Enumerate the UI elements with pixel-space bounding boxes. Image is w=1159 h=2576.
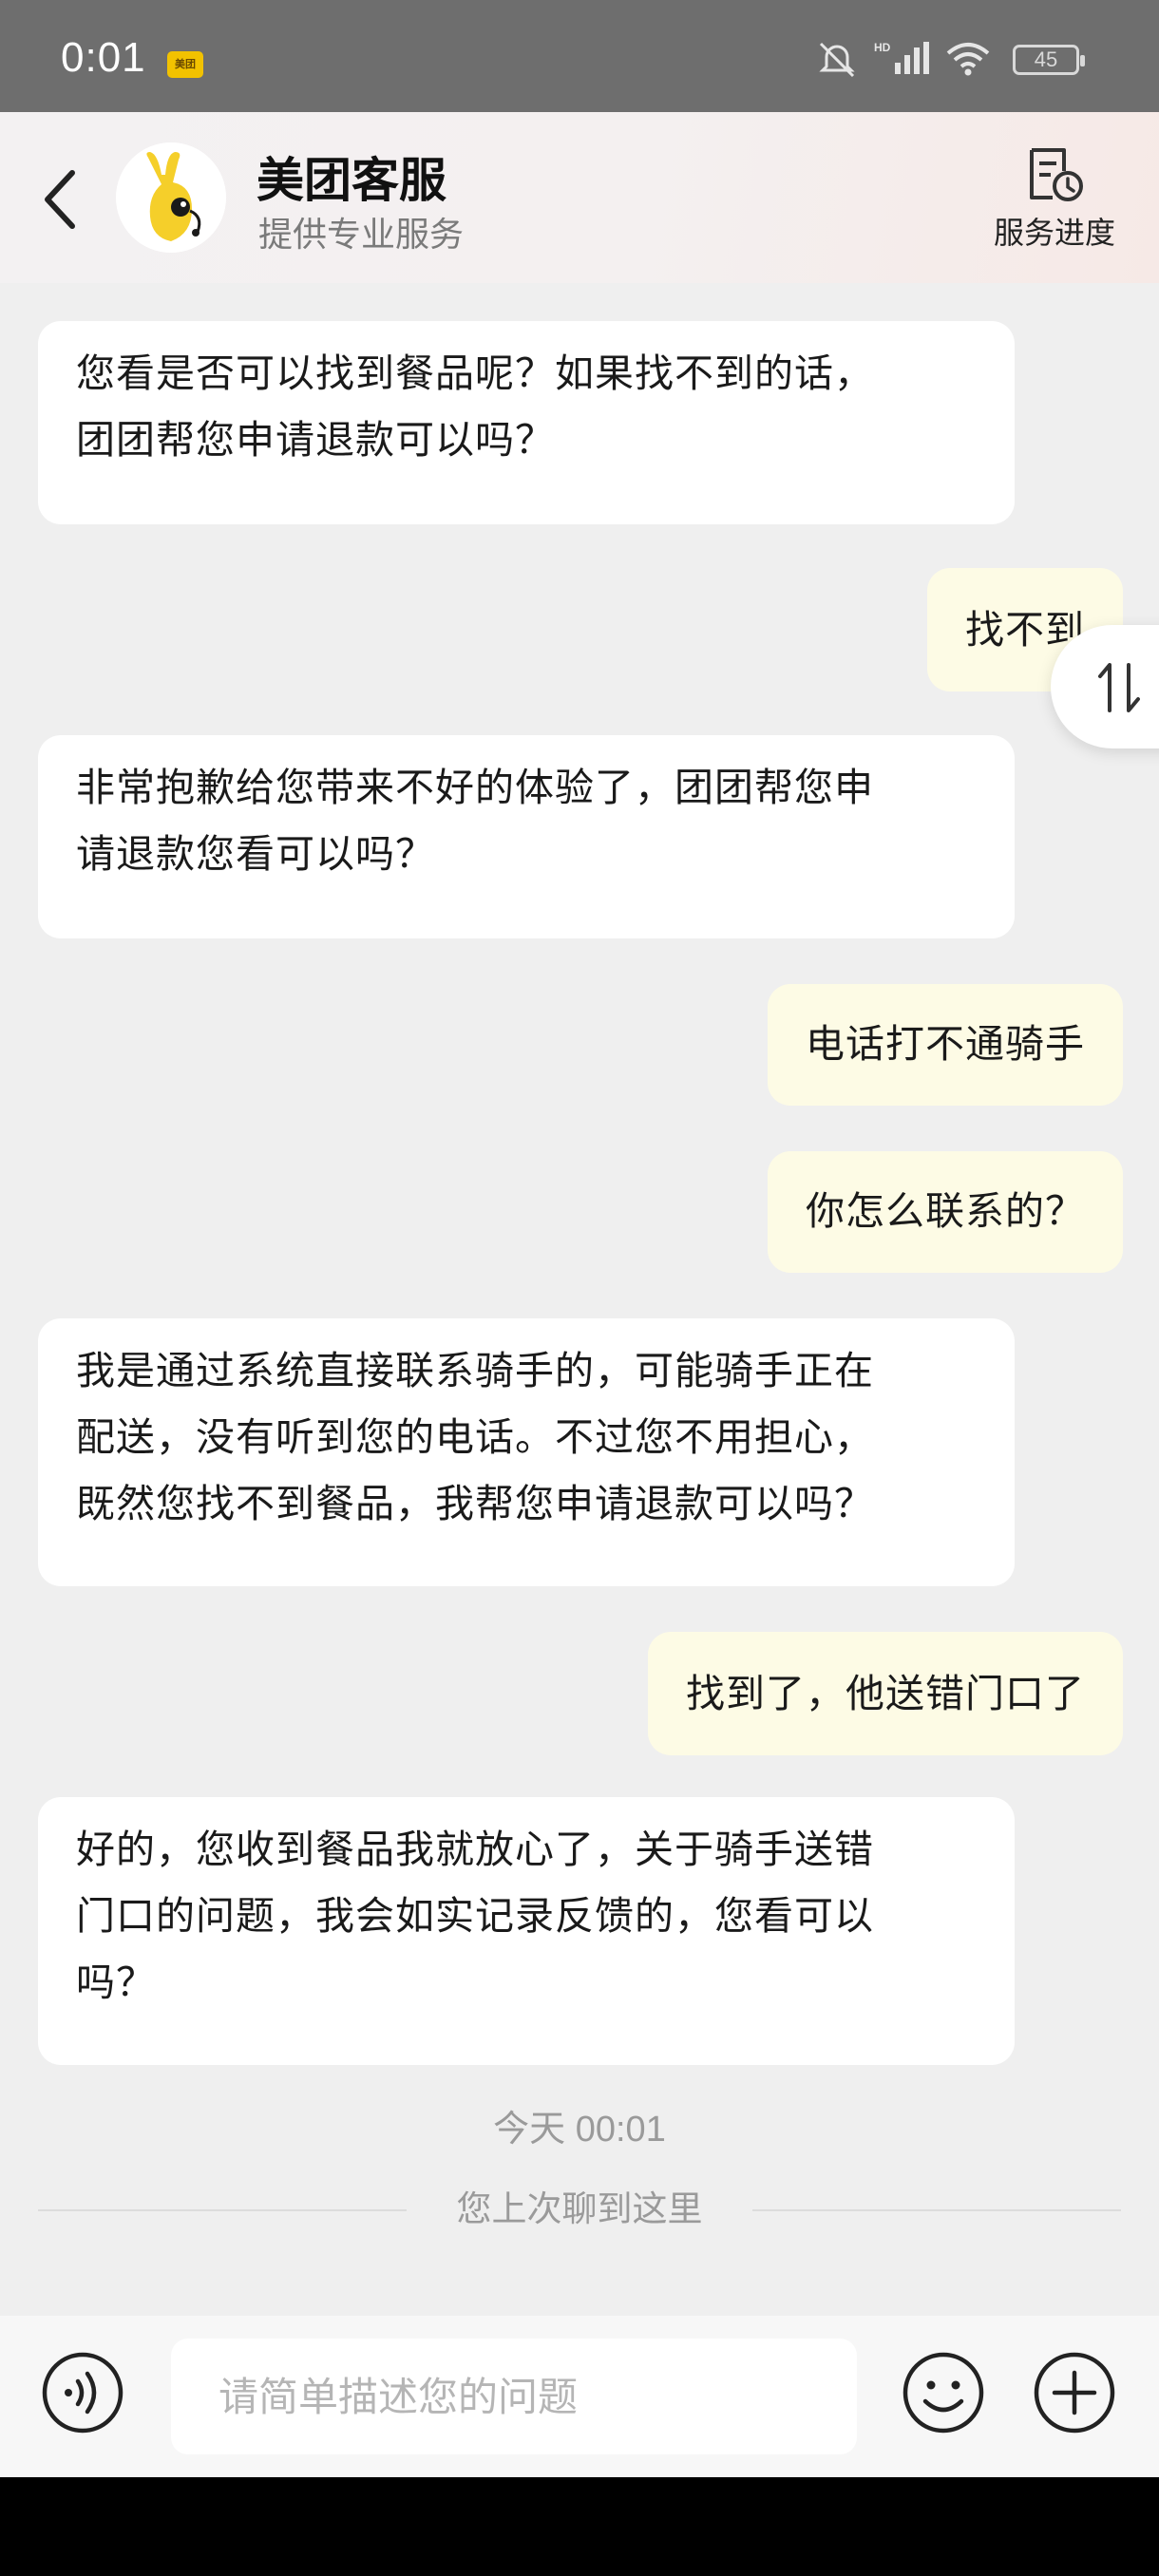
emoji-button[interactable] (902, 2352, 984, 2434)
history-divider-label: 您上次聊到这里 (456, 2188, 703, 2229)
message-list[interactable]: 您看是否可以找到餐品呢？如果找不到的话， 团团帮您申请退款可以吗？ 找不到 非常… (0, 283, 1159, 2316)
message-line: 既然您找不到餐品，我帮您申请退款可以吗？ (76, 1481, 874, 1526)
battery-indicator: 45 (1013, 45, 1085, 75)
service-progress-label: 服务进度 (993, 215, 1115, 251)
plus-circle-icon (1034, 2352, 1115, 2434)
chat-timestamp: 今天 00:01 (493, 2110, 666, 2150)
page-subtitle: 提供专业服务 (258, 216, 465, 255)
agent-message: 非常抱歉给您带来不好的体验了，团团帮您申 请退款您看可以吗？ (38, 735, 1015, 938)
swap-vertical-icon (1098, 663, 1140, 712)
chat-header: 美团客服 提供专业服务 服务进度 (0, 112, 1159, 283)
page-title: 美团客服 (256, 153, 446, 208)
more-button[interactable] (1034, 2352, 1115, 2434)
message-text: 找到了，他送错门口了 (686, 1671, 1085, 1716)
user-message: 找到了，他送错门口了 (648, 1632, 1123, 1755)
user-message: 电话打不通骑手 (768, 984, 1123, 1106)
message-line: 非常抱歉给您带来不好的体验了，团团帮您申 (76, 765, 874, 810)
service-progress-button[interactable]: 服务进度 (988, 146, 1121, 260)
mute-icon (819, 42, 855, 78)
document-clock-icon (1030, 148, 1083, 201)
status-icons: HD 45 (813, 40, 1098, 78)
system-nav-bar (0, 2477, 1159, 2576)
message-line: 团团帮您申请退款可以吗？ (76, 417, 555, 463)
wifi-icon (946, 43, 990, 76)
agent-message: 好的，您收到餐品我就放心了，关于骑手送错 门口的问题，我会如实记录反馈的，您看可… (38, 1797, 1015, 2065)
message-line: 您看是否可以找到餐品呢？如果找不到的话， (76, 350, 874, 396)
status-bar: 0:01 美团 HD 45 (0, 0, 1159, 112)
svg-text:HD: HD (874, 41, 891, 54)
chevron-left-icon (45, 170, 75, 229)
voice-button[interactable] (42, 2352, 124, 2434)
message-line: 吗？ (76, 1960, 156, 2005)
input-bar (0, 2316, 1159, 2477)
meituan-notification-icon: 美团 (167, 51, 203, 78)
agent-message: 我是通过系统直接联系骑手的，可能骑手正在 配送，没有听到您的电话。不过您不用担心… (38, 1318, 1015, 1586)
avatar[interactable] (116, 142, 226, 253)
message-input[interactable] (171, 2339, 857, 2454)
history-divider: 您上次聊到这里 (38, 2183, 1121, 2236)
message-line: 我是通过系统直接联系骑手的，可能骑手正在 (76, 1348, 874, 1393)
back-button[interactable] (38, 161, 86, 237)
signal-icon: HD (874, 41, 929, 74)
voice-icon (42, 2352, 124, 2434)
message-line: 门口的问题，我会如实记录反馈的，您看可以 (76, 1893, 874, 1939)
agent-message: 您看是否可以找到餐品呢？如果找不到的话， 团团帮您申请退款可以吗？ (38, 321, 1015, 524)
message-text: 电话打不通骑手 (806, 1021, 1085, 1067)
message-line: 配送，没有听到您的电话。不过您不用担心， (76, 1414, 874, 1460)
float-toggle-button[interactable] (1051, 625, 1159, 748)
smiley-icon (902, 2352, 984, 2434)
user-message: 你怎么联系的？ (768, 1151, 1123, 1273)
message-text: 你怎么联系的？ (806, 1188, 1085, 1234)
mascot-icon (116, 142, 226, 253)
message-line: 好的，您收到餐品我就放心了，关于骑手送错 (76, 1827, 874, 1872)
message-line: 请退款您看可以吗？ (76, 831, 435, 877)
status-time: 0:01 (61, 34, 146, 81)
